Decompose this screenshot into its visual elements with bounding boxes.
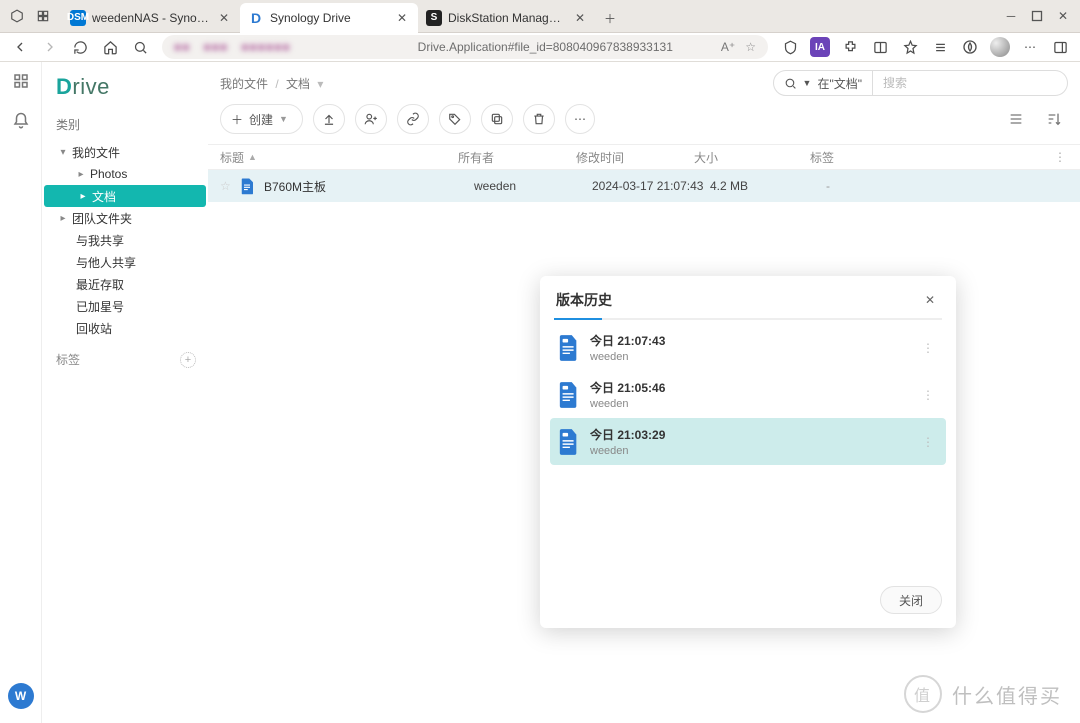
sidebar-item-label: 团队文件夹 xyxy=(72,210,132,227)
sidebar-item-trash[interactable]: 回收站 xyxy=(42,317,208,339)
version-user: weeden xyxy=(590,445,908,457)
caret-right-icon: ▸ xyxy=(76,169,86,180)
tracking-shield-icon[interactable] xyxy=(776,35,804,59)
browser-menu-icon[interactable]: ⋯ xyxy=(1016,35,1044,59)
dialog-title: 版本历史 xyxy=(556,290,612,310)
tab-title: Synology Drive xyxy=(270,11,388,25)
tab-favicon: D xyxy=(248,10,264,26)
browser-toolbar: ■■ ■■■ ■■■■■■ Drive.Application#file_id=… xyxy=(0,33,1080,62)
sidebar-item-recent[interactable]: 最近存取 xyxy=(42,273,208,295)
sidebar-item-myfiles[interactable]: ▾ 我的文件 xyxy=(42,141,208,163)
sidebar-item-label: 与我共享 xyxy=(76,232,124,249)
window-box-icon[interactable] xyxy=(4,3,30,29)
version-time: 今日 21:07:43 xyxy=(590,332,908,349)
sidebar-item-shared-with-others[interactable]: 与他人共享 xyxy=(42,251,208,273)
apps-grid-icon[interactable] xyxy=(12,72,30,90)
document-icon xyxy=(558,335,580,361)
sidebar-toggle-icon[interactable] xyxy=(1046,35,1074,59)
user-avatar[interactable]: W xyxy=(8,683,34,709)
dialog-close-icon[interactable]: ✕ xyxy=(920,290,940,310)
app-brand: Drive xyxy=(42,72,208,114)
main-area: 我的文件 / 文档 ▾ ▼ 在"文档" ＋ 创建 ▼ xyxy=(208,62,1080,723)
browser-toolbar-icon[interactable] xyxy=(956,35,984,59)
profile-avatar[interactable] xyxy=(986,35,1014,59)
version-more-icon[interactable]: ⋮ xyxy=(918,341,938,355)
split-view-icon[interactable] xyxy=(866,35,894,59)
version-time: 今日 21:03:29 xyxy=(590,426,908,443)
browser-tab[interactable]: S DiskStation Manager 7.2 | 群晖科 ✕ xyxy=(418,3,596,33)
version-user: weeden xyxy=(590,398,908,410)
nav-refresh-icon[interactable] xyxy=(66,35,94,59)
sidebar-item-label: 回收站 xyxy=(76,320,112,337)
sidebar-item-label: 我的文件 xyxy=(72,144,120,161)
sidebar-item-starred[interactable]: 已加星号 xyxy=(42,295,208,317)
sidebar-item-label: 最近存取 xyxy=(76,276,124,293)
sidebar-item-label: 与他人共享 xyxy=(76,254,136,271)
favorites-bar-icon[interactable] xyxy=(896,35,924,59)
tab-favicon: S xyxy=(426,10,442,26)
extensions-icon[interactable] xyxy=(836,35,864,59)
version-more-icon[interactable]: ⋮ xyxy=(918,388,938,402)
version-item[interactable]: 今日 21:07:43 weeden ⋮ xyxy=(550,324,946,371)
sidebar-item-docs[interactable]: ▸ 文档 xyxy=(44,185,206,207)
sidebar-item-team[interactable]: ▸ 团队文件夹 xyxy=(42,207,208,229)
extension-ia-badge[interactable]: IA xyxy=(806,35,834,59)
version-item[interactable]: 今日 21:03:29 weeden ⋮ xyxy=(550,418,946,465)
window-close-icon[interactable]: ✕ xyxy=(1050,3,1076,29)
sidebar-item-photos[interactable]: ▸ Photos xyxy=(42,163,208,185)
caret-right-icon: ▸ xyxy=(78,191,88,202)
version-more-icon[interactable]: ⋮ xyxy=(918,435,938,449)
dialog-overlay: 版本历史 ✕ 今日 21:07:43 weeden ⋮ xyxy=(208,62,1080,723)
version-list: 今日 21:07:43 weeden ⋮ 今日 21:05:46 weeden … xyxy=(540,320,956,469)
version-user: weeden xyxy=(590,351,908,363)
tab-favicon: DSM xyxy=(70,10,86,26)
reader-mode-icon[interactable]: A⁺ xyxy=(721,40,735,54)
address-url: Drive.Application#file_id=80804096783893… xyxy=(418,40,673,54)
notifications-icon[interactable] xyxy=(12,112,30,130)
caret-down-icon: ▾ xyxy=(58,147,68,158)
browser-tabstrip: DSM weedenNAS - Synology NAS ✕ D Synolog… xyxy=(0,0,1080,33)
tab-title: DiskStation Manager 7.2 | 群晖科 xyxy=(448,9,566,26)
sidebar-heading-categories: 类别 xyxy=(42,114,208,141)
sidebar-item-shared-with-me[interactable]: 与我共享 xyxy=(42,229,208,251)
add-label-button[interactable]: + xyxy=(180,352,196,368)
document-icon xyxy=(558,429,580,455)
sidebar-item-label: Photos xyxy=(90,167,127,181)
window-maximize-icon[interactable] xyxy=(1024,3,1050,29)
version-time: 今日 21:05:46 xyxy=(590,379,908,396)
app-rail: W xyxy=(0,62,42,723)
version-item[interactable]: 今日 21:05:46 weeden ⋮ xyxy=(550,371,946,418)
sidebar: Drive 类别 ▾ 我的文件 ▸ Photos ▸ 文档 ▸ 团队文件夹 与我… xyxy=(42,62,208,723)
tab-close-icon[interactable]: ✕ xyxy=(216,10,232,26)
window-minimize-icon[interactable]: ─ xyxy=(998,3,1024,29)
address-redacted: ■■ ■■■ ■■■■■■ xyxy=(174,40,291,54)
nav-search-icon[interactable] xyxy=(126,35,154,59)
dialog-close-button[interactable]: 关闭 xyxy=(880,586,942,614)
browser-tab[interactable]: D Synology Drive ✕ xyxy=(240,3,418,33)
new-tab-button[interactable]: ＋ xyxy=(596,5,624,33)
version-history-dialog: 版本历史 ✕ 今日 21:07:43 weeden ⋮ xyxy=(540,276,956,628)
nav-home-icon[interactable] xyxy=(96,35,124,59)
tab-title: weedenNAS - Synology NAS xyxy=(92,11,210,25)
document-icon xyxy=(558,382,580,408)
caret-right-icon: ▸ xyxy=(58,213,68,224)
sidebar-item-label: 文档 xyxy=(92,188,116,205)
address-bar[interactable]: ■■ ■■■ ■■■■■■ Drive.Application#file_id=… xyxy=(162,35,768,59)
browser-tab[interactable]: DSM weedenNAS - Synology NAS ✕ xyxy=(62,3,240,33)
tab-close-icon[interactable]: ✕ xyxy=(394,10,410,26)
dialog-tab-indicator xyxy=(554,318,942,320)
nav-forward-icon xyxy=(36,35,64,59)
nav-back-icon[interactable] xyxy=(6,35,34,59)
tab-close-icon[interactable]: ✕ xyxy=(572,10,588,26)
favorite-icon[interactable]: ☆ xyxy=(745,40,756,54)
collections-icon[interactable] xyxy=(926,35,954,59)
workspaces-icon[interactable] xyxy=(30,3,56,29)
sidebar-item-label: 已加星号 xyxy=(76,298,124,315)
sidebar-heading-labels: 标签 xyxy=(56,351,80,368)
